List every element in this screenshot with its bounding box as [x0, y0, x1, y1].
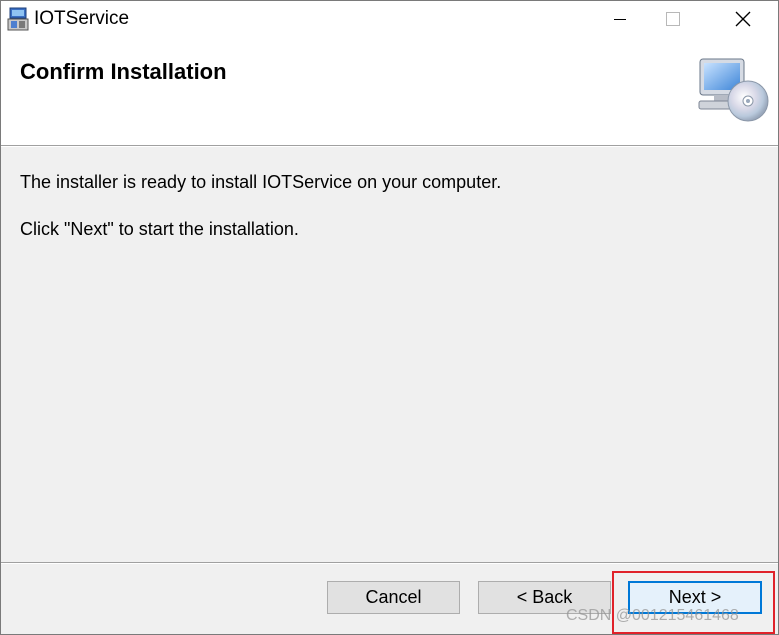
page-title: Confirm Installation: [20, 59, 227, 84]
window-title: IOTService: [34, 8, 130, 29]
maximize-icon: [666, 12, 680, 26]
close-button[interactable]: [720, 1, 766, 37]
close-icon: [735, 11, 751, 27]
minimize-button[interactable]: [597, 1, 643, 37]
instruction-message: Click "Next" to start the installation.: [20, 219, 299, 239]
installer-window: IOTService Confirm Installation The inst…: [0, 0, 779, 635]
computer-cd-icon: [698, 58, 769, 122]
footer-divider: [1, 562, 778, 564]
installer-app-icon: [7, 7, 29, 31]
watermark-text: CSDN @001215461468: [566, 607, 739, 624]
minimize-icon: [614, 19, 626, 20]
header-divider: [1, 145, 778, 147]
ready-message: The installer is ready to install IOTSer…: [20, 172, 502, 192]
cancel-button[interactable]: Cancel: [327, 581, 460, 614]
header-banner: Confirm Installation: [1, 37, 778, 145]
maximize-button[interactable]: [650, 1, 696, 37]
title-bar: IOTService: [1, 1, 778, 37]
